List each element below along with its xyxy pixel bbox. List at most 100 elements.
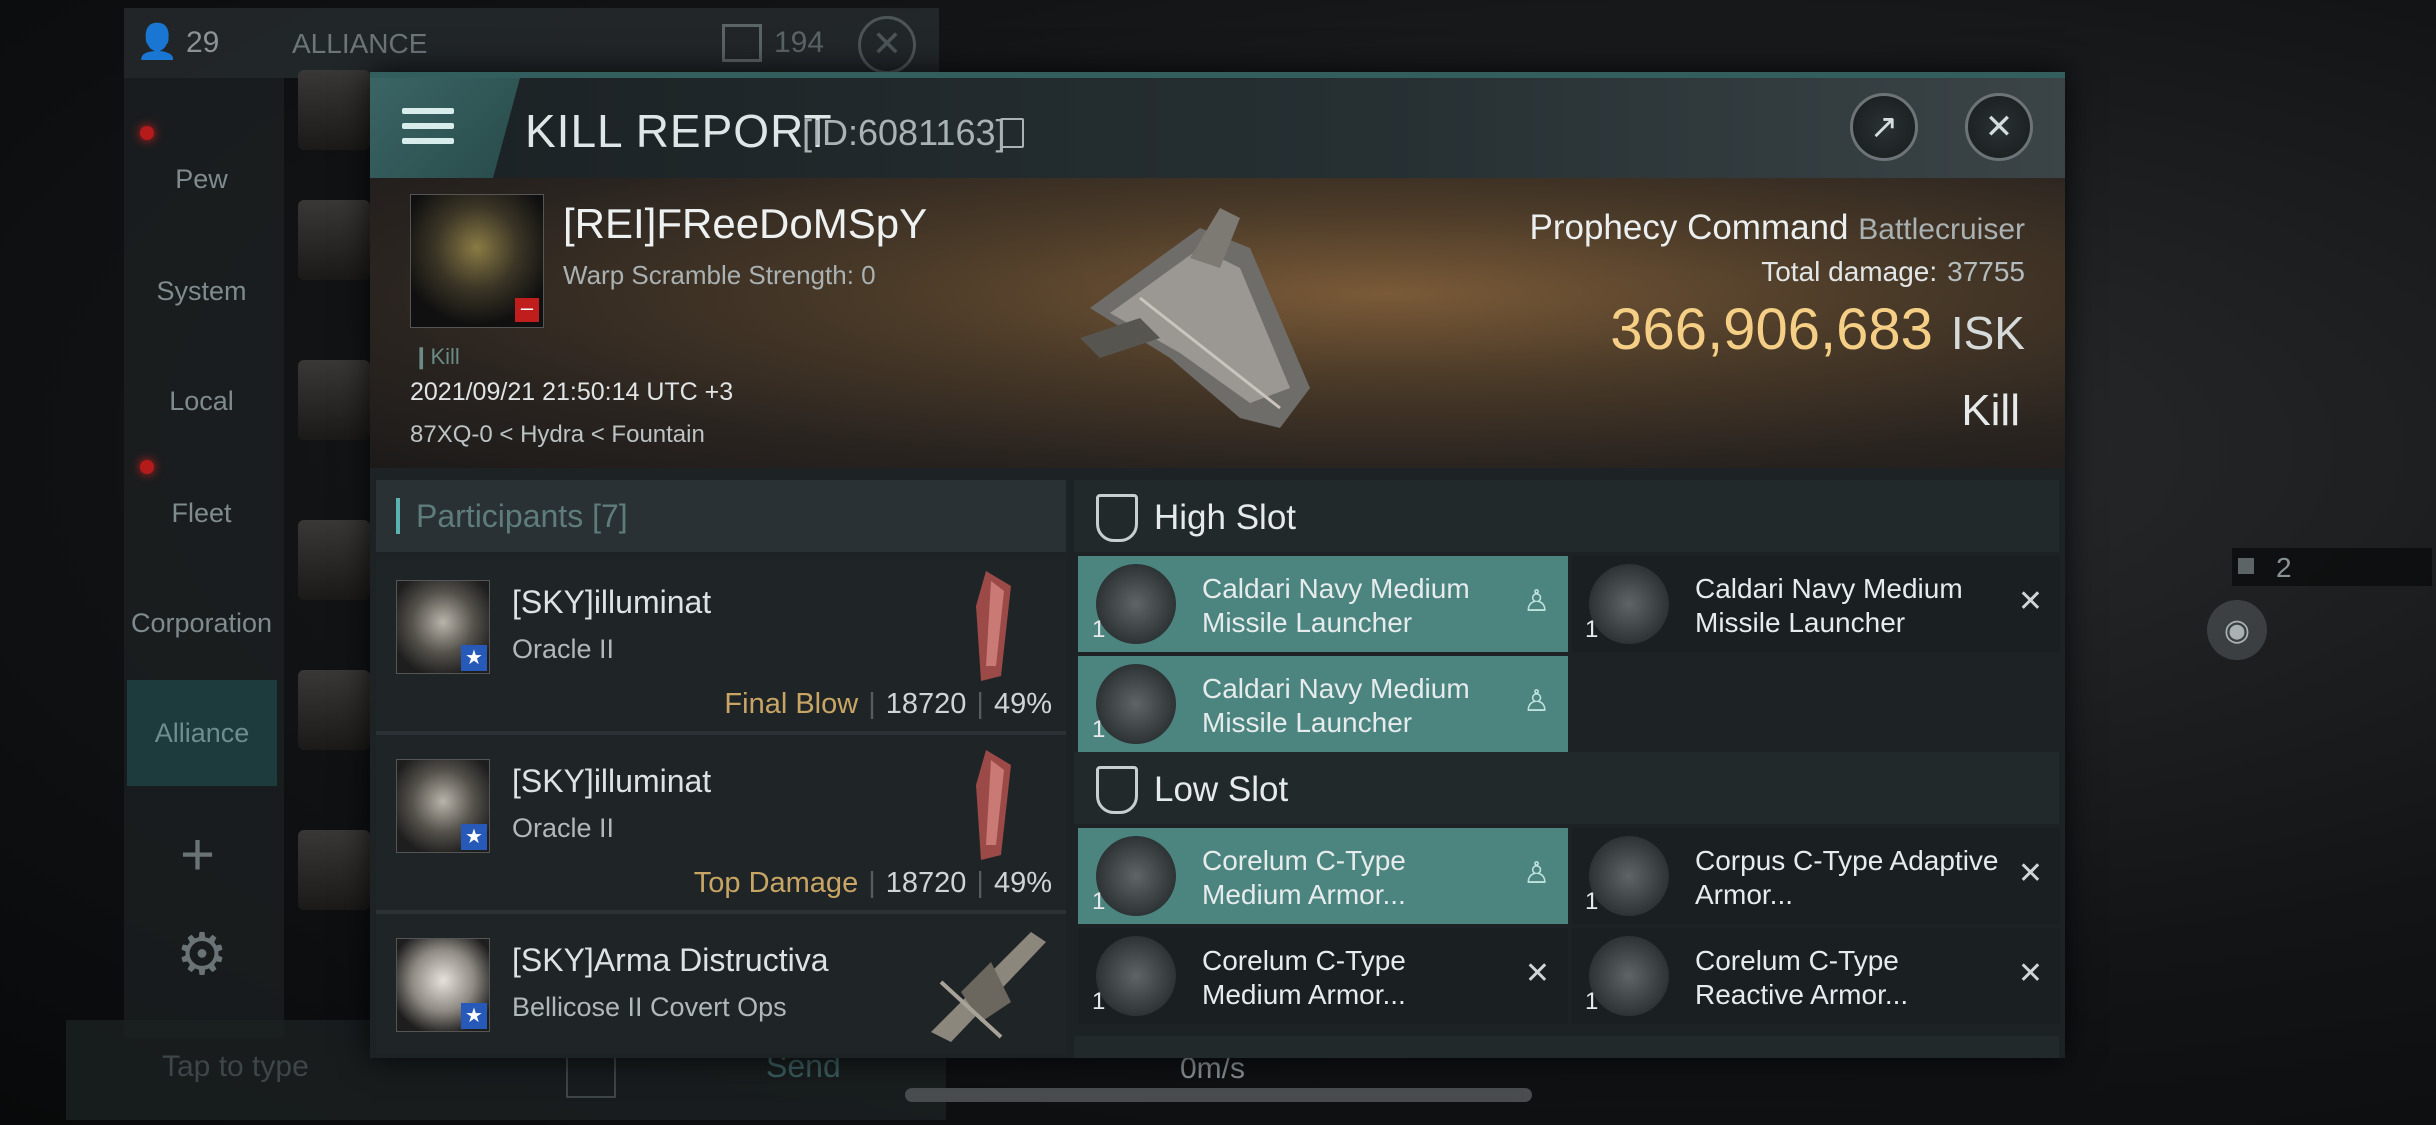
share-button[interactable]: ↗ — [1850, 93, 1918, 161]
module-name: Corelum C-Type Reactive Armor... — [1695, 945, 1909, 1010]
home-indicator[interactable] — [905, 1088, 1532, 1102]
avatar[interactable]: ★ — [396, 580, 490, 674]
module-item[interactable]: 1 Corpus C-Type Adaptive Armor... ✕ — [1571, 828, 2061, 924]
participant-name: [SKY]Arma Distructiva — [512, 942, 829, 978]
sidebar-item-corporation[interactable]: Corporation — [124, 608, 279, 639]
copy-icon[interactable] — [1000, 118, 1024, 148]
module-quantity: 1 — [1585, 616, 1599, 643]
people-icon: 👤 — [136, 23, 179, 61]
armor-module-icon — [1096, 936, 1176, 1016]
chat-input[interactable]: Tap to type — [162, 1050, 309, 1084]
participant-row[interactable]: ★ [SKY]illuminat Oracle II Top Damage | 18… — [376, 735, 1066, 914]
sidebar-item-fleet[interactable]: Fleet — [124, 498, 279, 529]
avatar[interactable]: ★ — [396, 938, 490, 1032]
close-icon: ✕ — [2017, 957, 2043, 990]
armor-module-icon — [1589, 936, 1669, 1016]
close-icon: ✕ — [2017, 585, 2043, 618]
module-quantity: 1 — [1585, 988, 1599, 1015]
modal-header: KILL REPORT [ID:6081163] ↗ ✕ — [370, 78, 2065, 178]
module-item[interactable]: 1 Corelum C-Type Medium Armor... ♙ — [1078, 828, 1568, 924]
menu-button[interactable] — [370, 78, 520, 178]
module-quantity: 1 — [1092, 988, 1106, 1015]
chat-close-icon[interactable]: ✕ — [858, 16, 916, 74]
module-quantity: 1 — [1585, 888, 1599, 915]
participants-title: Participants [7] — [416, 498, 628, 534]
share-icon: ↗ — [1869, 108, 1899, 146]
missile-launcher-icon — [1589, 564, 1669, 644]
overview-badge: 2 — [2232, 548, 2432, 586]
module-quantity: 1 — [1092, 888, 1106, 915]
module-name: Corelum C-Type Medium Armor... — [1202, 945, 1406, 1010]
participant-stats: Top Damage | 18720 | 49% — [693, 867, 1052, 899]
participant-name: [SKY]illuminat — [512, 763, 712, 799]
close-icon: ✕ — [2017, 857, 2043, 890]
participant-ship: Oracle II — [512, 813, 615, 843]
module-quantity: 1 — [1092, 716, 1106, 743]
person-icon: ♙ — [1523, 585, 1550, 618]
low-slot-title: Low Slot — [1154, 770, 1289, 809]
close-icon: ✕ — [1524, 957, 1550, 990]
missile-launcher-icon — [1096, 664, 1176, 744]
square-icon — [2238, 558, 2254, 574]
sidebar-item-pew[interactable]: Pew — [124, 164, 279, 195]
report-id: [ID:6081163] — [802, 112, 1006, 153]
overview-count: 2 — [2276, 552, 2292, 583]
missile-launcher-icon — [1096, 564, 1176, 644]
high-slot-header: High Slot — [1074, 480, 2059, 552]
kill-time: 2021/09/21 21:50:14 UTC +3 — [410, 378, 734, 406]
victim-banner: – [REI]FReeDoMSpY Warp Scramble Strength… — [370, 178, 2065, 468]
module-name: Caldari Navy Medium Missile Launcher — [1202, 673, 1470, 738]
channel-title: ALLIANCE — [292, 28, 428, 59]
high-slot-icon — [1096, 494, 1138, 542]
member-count: 194 — [774, 26, 825, 59]
avatar — [298, 670, 370, 750]
module-item[interactable]: 1 Caldari Navy Medium Missile Launcher ✕ — [1571, 556, 2061, 652]
ship-class: Battlecruiser — [1858, 213, 2025, 246]
alert-dot — [140, 460, 154, 474]
participants-header: Participants [7] — [376, 480, 1066, 552]
participant-ship: Oracle II — [512, 634, 615, 664]
chat-sidebar: Pew System Local Fleet Corporation — [124, 78, 284, 1038]
victim-name[interactable]: [REI]FReeDoMSpY — [563, 200, 927, 248]
participant-row[interactable]: ★ [SKY]Arma Distructiva Bellicose II Cov… — [376, 914, 1066, 1054]
sidebar-item-system[interactable]: System — [124, 276, 279, 307]
ship-image — [1080, 208, 1310, 428]
page-title: KILL REPORT — [525, 105, 833, 157]
participant-row[interactable]: ★ [SKY]illuminat Oracle II Final Blow | 18… — [376, 556, 1066, 735]
module-item[interactable]: 1 Caldari Navy Medium Missile Launcher ♙ — [1078, 556, 1568, 652]
low-slot-header: Low Slot — [1074, 752, 2059, 824]
ship-thumbnail — [976, 750, 1011, 860]
participant-name: [SKY]illuminat — [512, 584, 712, 620]
online-count: 29 — [186, 26, 220, 59]
module-item[interactable]: 1 Corelum C-Type Medium Armor... ✕ — [1078, 928, 1568, 1024]
ship-name[interactable]: Prophecy Command — [1529, 208, 1848, 247]
hostile-badge-icon: – — [515, 297, 539, 322]
warp-scramble-strength: Warp Scramble Strength: 0 — [563, 260, 876, 290]
plus-icon[interactable]: + — [180, 820, 215, 889]
total-damage: Total damage: 37755 — [1761, 256, 2025, 287]
person-icon: ♙ — [1523, 857, 1550, 890]
module-item[interactable]: 1 Caldari Navy Medium Missile Launcher ♙ — [1078, 656, 1568, 752]
module-name: Caldari Navy Medium Missile Launcher — [1695, 573, 1963, 638]
avatar[interactable]: ★ — [396, 759, 490, 853]
chat-header: 👤 29 ALLIANCE 194 ✕ — [124, 8, 939, 78]
kill-location[interactable]: 87XQ-0 < Hydra < Fountain — [410, 421, 705, 449]
sidebar-item-local[interactable]: Local — [124, 386, 279, 417]
members-icon — [722, 24, 762, 62]
module-name: Corelum C-Type Medium Armor... — [1202, 845, 1406, 910]
close-icon: ✕ — [1984, 108, 2014, 146]
person-icon: ♙ — [1523, 685, 1550, 718]
module-item[interactable]: 1 Corelum C-Type Reactive Armor... ✕ — [1571, 928, 2061, 1024]
close-button[interactable]: ✕ — [1965, 93, 2033, 161]
result-label: Kill — [1961, 386, 2020, 435]
avatar — [298, 520, 370, 600]
ship-thumbnail — [976, 571, 1011, 681]
participant-ship: Bellicose II Covert Ops — [512, 992, 787, 1022]
eye-icon[interactable]: ◉ — [2207, 600, 2267, 660]
kill-tag: ❙Kill — [412, 344, 460, 369]
alert-dot — [140, 126, 154, 140]
isk-value: 366,906,683 ISK — [1610, 297, 2025, 362]
menu-icon — [402, 108, 454, 150]
gear-icon[interactable]: ⚙ — [176, 920, 228, 988]
sidebar-item-alliance[interactable]: Alliance — [127, 718, 277, 749]
